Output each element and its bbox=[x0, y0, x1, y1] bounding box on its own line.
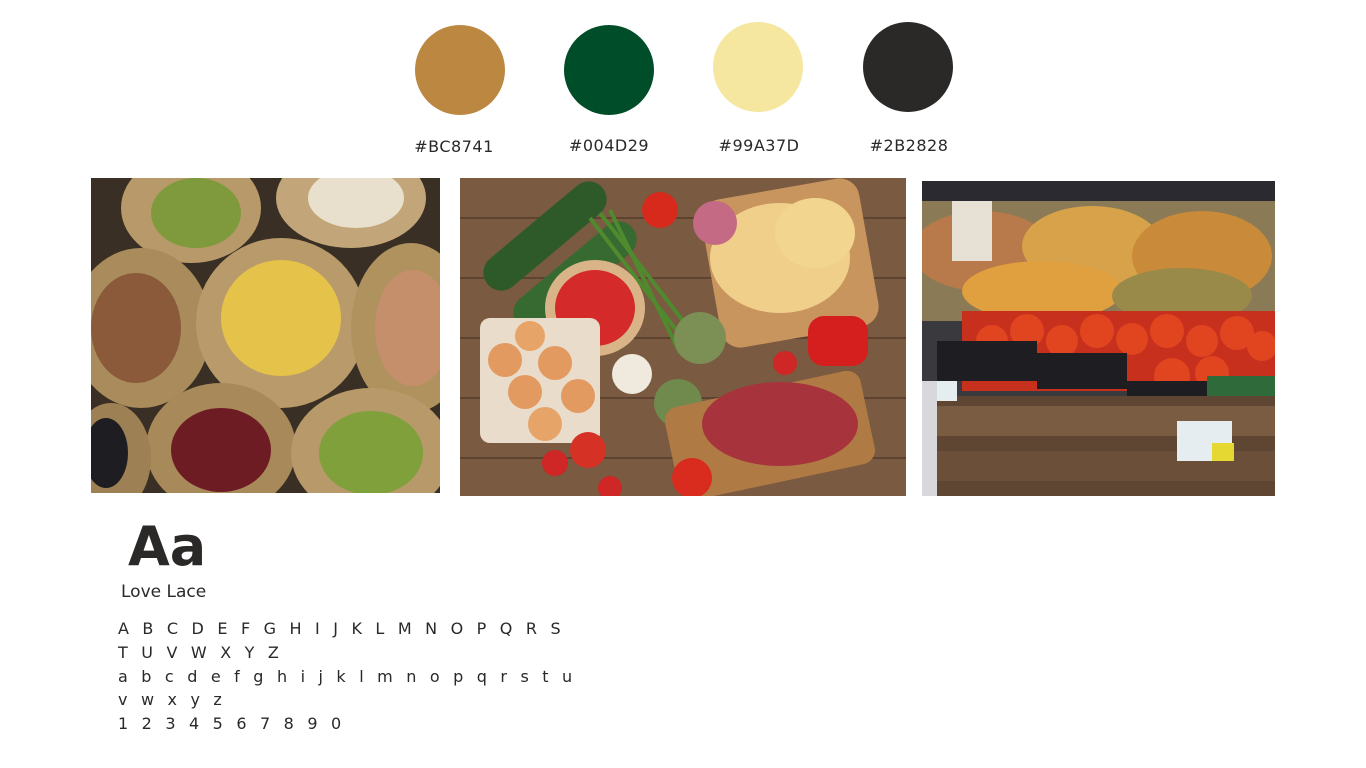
typography-sample: Aa bbox=[128, 515, 207, 578]
charset-lowercase-line-2: v w x y z bbox=[118, 690, 227, 709]
swatch-brown bbox=[415, 25, 505, 115]
charset-numerals: 1 2 3 4 5 6 7 8 9 0 bbox=[118, 714, 346, 733]
swatch-label-green: #004D29 bbox=[568, 136, 650, 155]
legume-sacks-image bbox=[91, 178, 440, 493]
swatch-cream bbox=[713, 22, 803, 112]
font-name-label: Love Lace bbox=[121, 582, 207, 602]
swatch-label-charcoal: #2B2828 bbox=[869, 136, 949, 155]
charset-lowercase-line-1: a b c d e f g h i j k l m n o p q r s t … bbox=[118, 667, 577, 686]
swatch-green bbox=[564, 25, 654, 115]
market-stall-image bbox=[922, 181, 1275, 496]
charset-uppercase-line-2: T U V W X Y Z bbox=[118, 643, 284, 662]
swatch-label-brown: #BC8741 bbox=[414, 137, 494, 156]
swatch-label-cream: #99A37D bbox=[718, 136, 800, 155]
groceries-table-image bbox=[460, 178, 906, 496]
swatch-charcoal bbox=[863, 22, 953, 112]
charset-uppercase-line-1: A B C D E F G H I J K L M N O P Q R S bbox=[118, 619, 565, 638]
